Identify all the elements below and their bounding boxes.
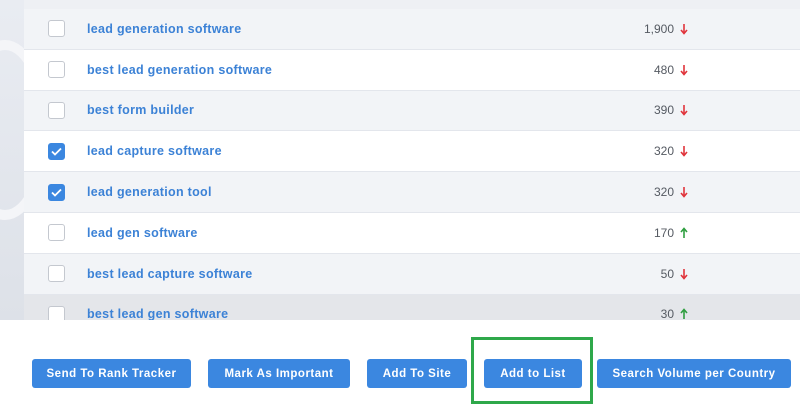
arrow-down-icon — [680, 268, 688, 280]
checkmark-icon — [51, 147, 62, 156]
keyword-link[interactable]: lead generation tool — [87, 185, 212, 199]
row-checkbox[interactable] — [48, 61, 65, 79]
keyword-link[interactable]: best lead capture software — [87, 267, 253, 281]
search-volume: 480 — [653, 62, 674, 77]
arrow-down-icon — [680, 64, 688, 76]
search-volume: 1,900 — [643, 21, 674, 36]
checkmark-icon — [51, 188, 62, 197]
highlight-box — [471, 337, 593, 404]
table-row: best lead gen software 30 — [24, 294, 800, 320]
row-checkbox[interactable] — [48, 224, 65, 242]
search-volume: 320 — [653, 144, 674, 159]
bulk-actions-bar: Send To Rank Tracker Mark As Important A… — [0, 320, 800, 420]
table-row: best lead generation software 480 — [24, 49, 800, 91]
background-decoration — [0, 0, 50, 320]
keyword-link[interactable]: lead capture software — [87, 144, 222, 158]
row-checkbox[interactable] — [48, 265, 65, 283]
row-checkbox[interactable] — [48, 305, 65, 320]
search-volume: 170 — [653, 225, 674, 240]
arrow-down-icon — [680, 187, 688, 198]
table-row: lead gen software 170 — [24, 212, 800, 254]
arrow-up-icon — [680, 227, 688, 238]
search-volume: 30 — [660, 307, 674, 320]
keyword-link[interactable]: best form builder — [87, 103, 194, 117]
keyword-link[interactable]: best lead generation software — [87, 63, 272, 77]
search-volume: 390 — [653, 103, 674, 118]
table-row: lead generation software 1,900 — [24, 9, 800, 50]
table-row: best lead capture software 50 — [24, 253, 800, 295]
row-checkbox[interactable] — [48, 142, 65, 160]
keyword-link[interactable]: best lead gen software — [87, 307, 228, 320]
row-checkbox[interactable] — [48, 20, 65, 38]
keyword-link[interactable]: lead generation software — [87, 22, 241, 36]
arrow-down-icon — [680, 146, 688, 158]
keyword-link[interactable]: lead gen software — [87, 226, 198, 240]
table-row: lead generation tool 320 — [24, 172, 800, 213]
mark-as-important-button[interactable]: Mark As Important — [208, 359, 350, 388]
send-to-rank-tracker-button[interactable]: Send To Rank Tracker — [32, 359, 191, 388]
keyword-table: lead generation software 1,900 best lead… — [24, 9, 800, 320]
row-checkbox[interactable] — [48, 101, 65, 119]
arrow-down-icon — [680, 23, 688, 35]
arrow-down-icon — [680, 105, 688, 117]
arrow-up-icon — [680, 308, 688, 320]
table-row: best form builder 390 — [24, 90, 800, 132]
table-row: lead capture software 320 — [24, 131, 800, 173]
keyword-results-page: lead generation software 1,900 best lead… — [0, 0, 800, 420]
add-to-site-button[interactable]: Add To Site — [367, 359, 467, 388]
row-checkbox[interactable] — [48, 183, 65, 201]
search-volume: 50 — [660, 266, 674, 281]
search-volume-per-country-button[interactable]: Search Volume per Country — [597, 359, 791, 388]
search-volume: 320 — [653, 185, 674, 200]
